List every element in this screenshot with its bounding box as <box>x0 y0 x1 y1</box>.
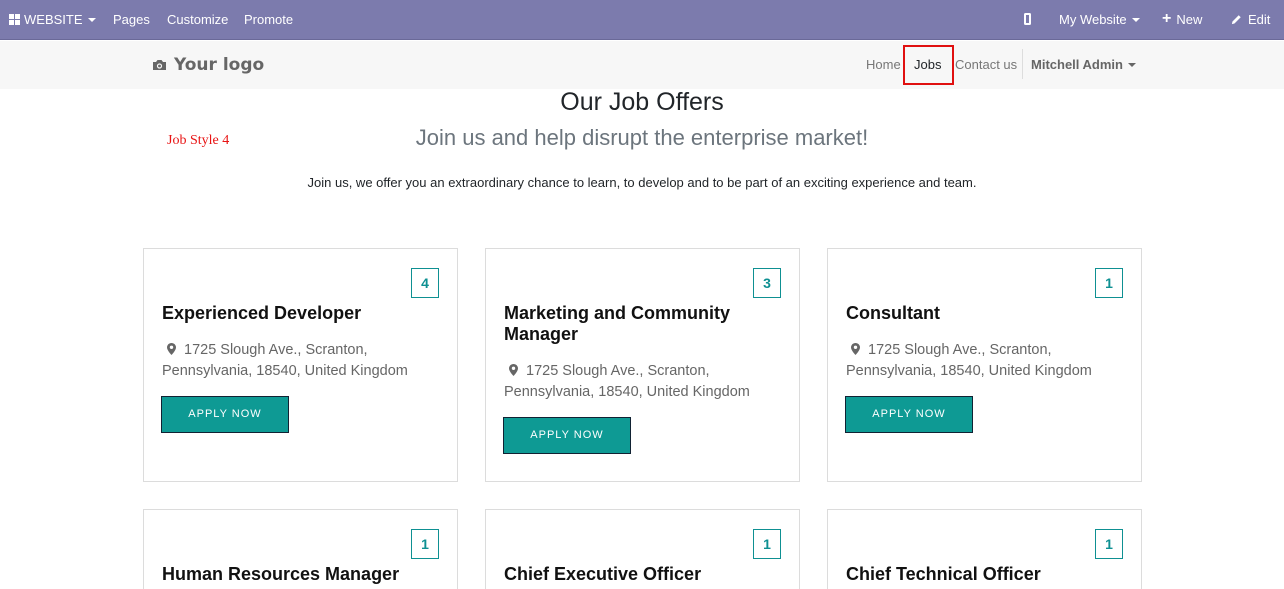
mobile-icon <box>1024 13 1031 26</box>
job-count-badge: 4 <box>411 268 439 298</box>
job-location: 1725 Slough Ave., Scranton, Pennsylvania… <box>162 340 432 382</box>
job-location-text: 1725 Slough Ave., Scranton, Pennsylvania… <box>846 342 1092 379</box>
edit-button[interactable]: Edit <box>1231 0 1270 40</box>
nav-link-contact[interactable]: Contact us <box>955 41 1017 89</box>
caret-down-icon <box>1131 17 1140 22</box>
apps-grid-icon <box>9 13 20 25</box>
job-count-badge: 1 <box>411 529 439 559</box>
apply-now-button[interactable]: APPLY NOW <box>161 396 289 433</box>
mobile-preview-button[interactable] <box>1024 0 1031 40</box>
job-title[interactable]: Consultant <box>846 303 1116 324</box>
my-website-menu[interactable]: My Website <box>1059 0 1140 40</box>
job-location: 1725 Slough Ave., Scranton, Pennsylvania… <box>504 361 774 403</box>
job-card[interactable]: 1 Chief Technical Officer <box>827 509 1142 589</box>
job-card[interactable]: 1 Chief Executive Officer <box>485 509 800 589</box>
user-name: Mitchell Admin <box>1031 57 1123 72</box>
job-title[interactable]: Marketing and Community Manager <box>504 303 774 345</box>
job-title[interactable]: Chief Executive Officer <box>504 564 774 585</box>
new-button[interactable]: + New <box>1162 0 1202 40</box>
website-menu[interactable]: WEBSITE <box>9 0 96 40</box>
job-title[interactable]: Chief Technical Officer <box>846 564 1116 585</box>
map-pin-icon <box>509 363 518 376</box>
page-subtitle: Join us and help disrupt the enterprise … <box>415 125 869 150</box>
job-count-badge: 1 <box>753 529 781 559</box>
job-location-text: 1725 Slough Ave., Scranton, Pennsylvania… <box>504 363 750 400</box>
caret-down-icon <box>1127 62 1136 67</box>
job-count-badge: 3 <box>753 268 781 298</box>
my-website-label: My Website <box>1059 12 1127 27</box>
job-title[interactable]: Experienced Developer <box>162 303 432 324</box>
website-menu-label: WEBSITE <box>24 12 83 27</box>
map-pin-icon <box>167 342 176 355</box>
user-menu[interactable]: Mitchell Admin <box>1031 41 1136 89</box>
edit-label: Edit <box>1248 12 1271 27</box>
job-title[interactable]: Human Resources Manager <box>162 564 432 585</box>
apply-now-button[interactable]: APPLY NOW <box>845 396 973 433</box>
new-label: New <box>1176 12 1203 27</box>
job-card[interactable]: 1 Consultant 1725 Slough Ave., Scranton,… <box>827 248 1142 482</box>
camera-icon <box>153 60 166 70</box>
nav-link-home[interactable]: Home <box>866 41 901 89</box>
apply-now-button[interactable]: APPLY NOW <box>503 417 631 454</box>
job-card[interactable]: 1 Human Resources Manager <box>143 509 458 589</box>
pages-menu[interactable]: Pages <box>113 0 150 40</box>
job-card[interactable]: 4 Experienced Developer 1725 Slough Ave.… <box>143 248 458 482</box>
site-navbar: Your logo Home Jobs Contact us Mitchell … <box>0 41 1284 89</box>
job-location-text: 1725 Slough Ave., Scranton, Pennsylvania… <box>162 342 408 379</box>
job-count-badge: 1 <box>1095 529 1123 559</box>
pencil-icon <box>1231 14 1241 24</box>
page-intro: Join us, we offer you an extraordinary c… <box>307 175 977 190</box>
page-title: Our Job Offers <box>560 88 724 116</box>
job-card[interactable]: 3 Marketing and Community Manager 1725 S… <box>485 248 800 482</box>
caret-down-icon <box>87 17 96 22</box>
logo-text: Your logo <box>174 55 265 75</box>
map-pin-icon <box>851 342 860 355</box>
customize-menu[interactable]: Customize <box>167 0 228 40</box>
plus-icon: + <box>1162 10 1172 28</box>
job-location: 1725 Slough Ave., Scranton, Pennsylvania… <box>846 340 1116 382</box>
nav-divider <box>1022 49 1023 79</box>
admin-bar: WEBSITE Pages Customize Promote My Websi… <box>0 0 1284 40</box>
promote-menu[interactable]: Promote <box>244 0 293 40</box>
site-logo[interactable]: Your logo <box>152 53 264 77</box>
job-count-badge: 1 <box>1095 268 1123 298</box>
jobs-highlight-box <box>903 45 954 85</box>
